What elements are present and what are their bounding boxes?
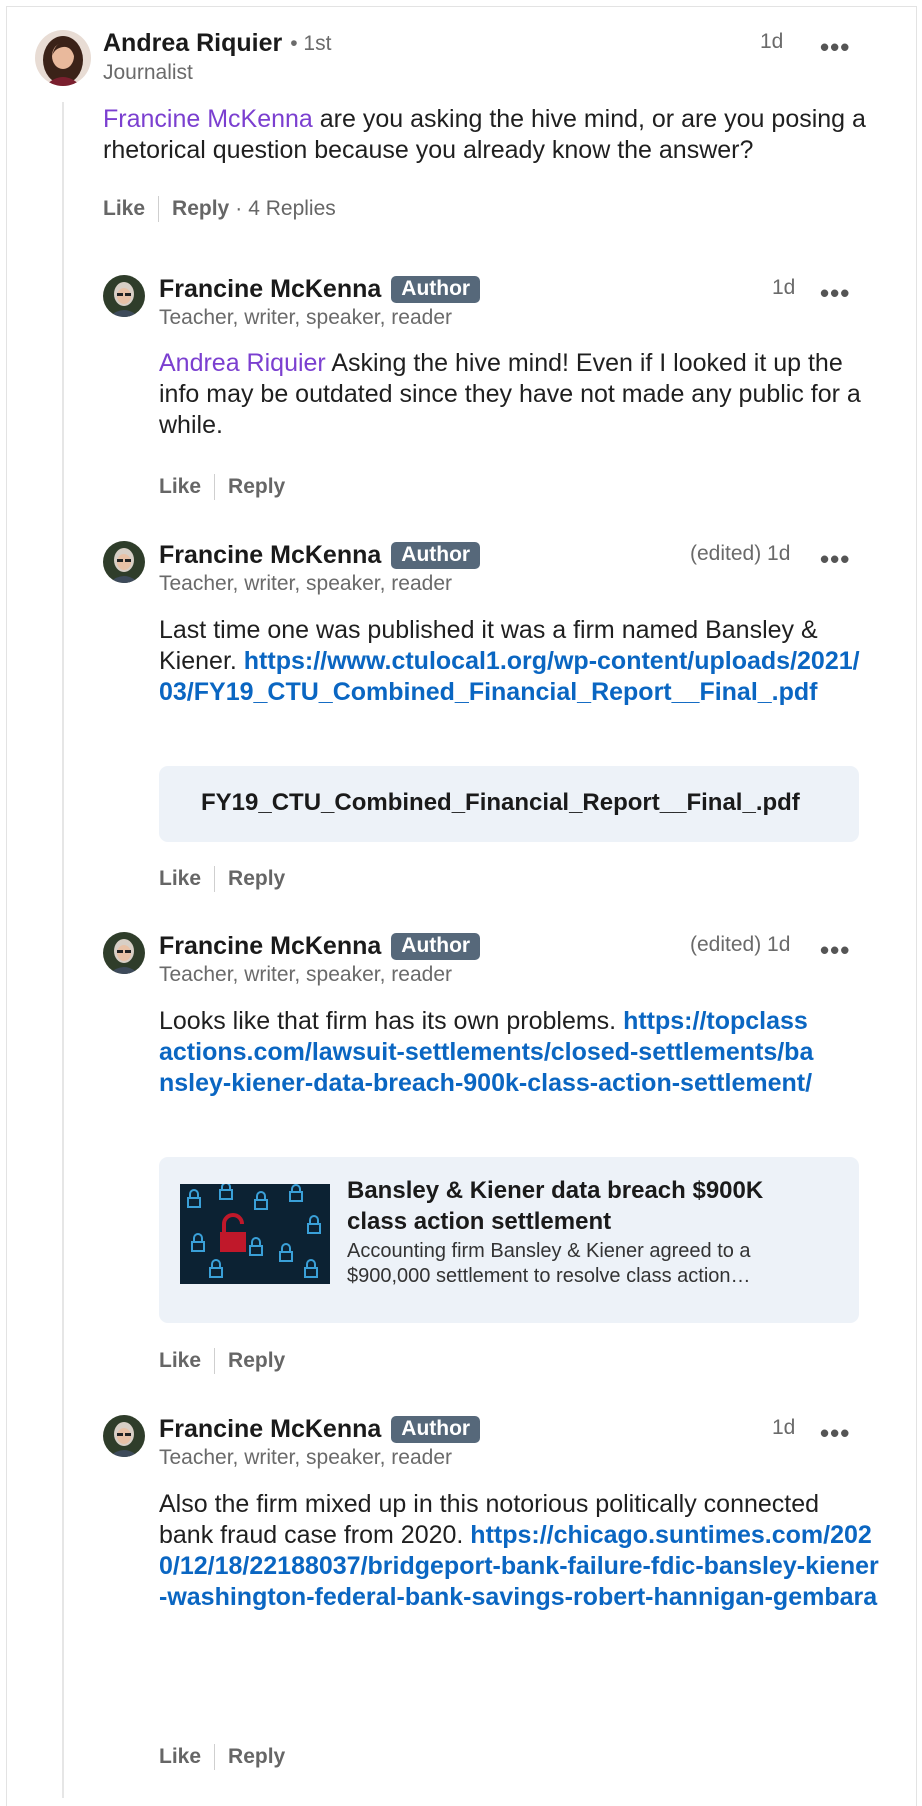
avatar-francine[interactable] (103, 1415, 145, 1457)
author-line: Francine McKenna Author (159, 541, 481, 570)
url-link[interactable]: https://www.ctulocal1.org/wp-content/upl… (159, 647, 860, 706)
author-line: Andrea Riquier • 1st (103, 29, 331, 58)
author-headline: Journalist (103, 61, 193, 84)
reply-button[interactable]: Reply (228, 867, 285, 891)
timestamp: 1d (772, 1416, 796, 1439)
author-name[interactable]: Andrea Riquier (103, 29, 282, 58)
author-name[interactable]: Francine McKenna (159, 1415, 381, 1444)
divider (214, 1744, 216, 1770)
timestamp: 1d (760, 30, 784, 53)
author-badge: Author (391, 933, 481, 960)
ellipsis-icon[interactable]: ••• (820, 1420, 850, 1446)
author-line: Francine McKenna Author (159, 275, 481, 304)
preview-thumbnail (180, 1184, 330, 1284)
author-headline: Teacher, writer, speaker, reader (159, 306, 452, 329)
like-button[interactable]: Like (103, 197, 145, 221)
avatar-francine[interactable] (103, 275, 145, 317)
reply-button[interactable]: Reply (228, 475, 285, 499)
comment-text: Also the firm mixed up in this notorious… (159, 1489, 879, 1613)
divider (214, 474, 216, 500)
comment-actions: Like Reply (159, 866, 285, 892)
timestamp: 1d (772, 276, 796, 299)
comment-body: Looks like that firm has its own problem… (159, 1007, 624, 1035)
comment-actions: Like Reply (159, 474, 285, 500)
ellipsis-icon[interactable]: ••• (820, 280, 850, 306)
ellipsis-icon[interactable]: ••• (820, 34, 850, 60)
like-button[interactable]: Like (159, 1745, 201, 1769)
dot-separator: · (235, 197, 243, 220)
ellipsis-icon[interactable]: ••• (820, 546, 850, 572)
document-attachment[interactable]: FY19_CTU_Combined_Financial_Report__Fina… (159, 766, 859, 842)
attachment-title: FY19_CTU_Combined_Financial_Report__Fina… (201, 789, 800, 816)
comment-text: Last time one was published it was a fir… (159, 615, 869, 708)
author-headline: Teacher, writer, speaker, reader (159, 963, 452, 986)
timestamp: (edited) 1d (690, 933, 791, 956)
link-preview-card[interactable]: Bansley & Kiener data breach $900K class… (159, 1157, 859, 1323)
thread-line (62, 102, 64, 1798)
author-badge: Author (391, 542, 481, 569)
divider (158, 196, 160, 222)
like-button[interactable]: Like (159, 475, 201, 499)
comment-text: Looks like that firm has its own problem… (159, 1006, 819, 1099)
author-headline: Teacher, writer, speaker, reader (159, 572, 452, 595)
reply-button[interactable]: Reply (228, 1745, 285, 1769)
ellipsis-icon[interactable]: ••• (820, 937, 850, 963)
author-headline: Teacher, writer, speaker, reader (159, 1446, 452, 1469)
like-button[interactable]: Like (159, 867, 201, 891)
avatar-andrea[interactable] (35, 30, 91, 86)
author-badge: Author (391, 1416, 481, 1443)
avatar-francine[interactable] (103, 932, 145, 974)
reply-button[interactable]: Reply (228, 1349, 285, 1373)
avatar-francine[interactable] (103, 541, 145, 583)
author-line: Francine McKenna Author (159, 932, 481, 961)
author-name[interactable]: Francine McKenna (159, 275, 381, 304)
preview-description: Accounting firm Bansley & Kiener agreed … (347, 1240, 751, 1287)
author-name[interactable]: Francine McKenna (159, 932, 381, 961)
preview-title: Bansley & Kiener data breach $900K class… (347, 1177, 764, 1235)
connection-degree: • 1st (290, 31, 332, 55)
mention-link[interactable]: Francine McKenna (103, 105, 313, 133)
replies-count[interactable]: 4 Replies (248, 197, 336, 221)
author-badge: Author (391, 276, 481, 303)
comment-text: Andrea Riquier Asking the hive mind! Eve… (159, 348, 879, 441)
comment-text: Francine McKenna are you asking the hive… (103, 104, 873, 166)
comment-actions: Like Reply (159, 1348, 285, 1374)
mention-link[interactable]: Andrea Riquier (159, 349, 326, 377)
comment-actions: Like Reply · 4 Replies (103, 196, 336, 222)
author-name[interactable]: Francine McKenna (159, 541, 381, 570)
divider (214, 866, 216, 892)
divider (214, 1348, 216, 1374)
like-button[interactable]: Like (159, 1349, 201, 1373)
reply-button[interactable]: Reply (172, 197, 229, 221)
comment-actions: Like Reply (159, 1744, 285, 1770)
timestamp: (edited) 1d (690, 542, 791, 565)
author-line: Francine McKenna Author (159, 1415, 481, 1444)
